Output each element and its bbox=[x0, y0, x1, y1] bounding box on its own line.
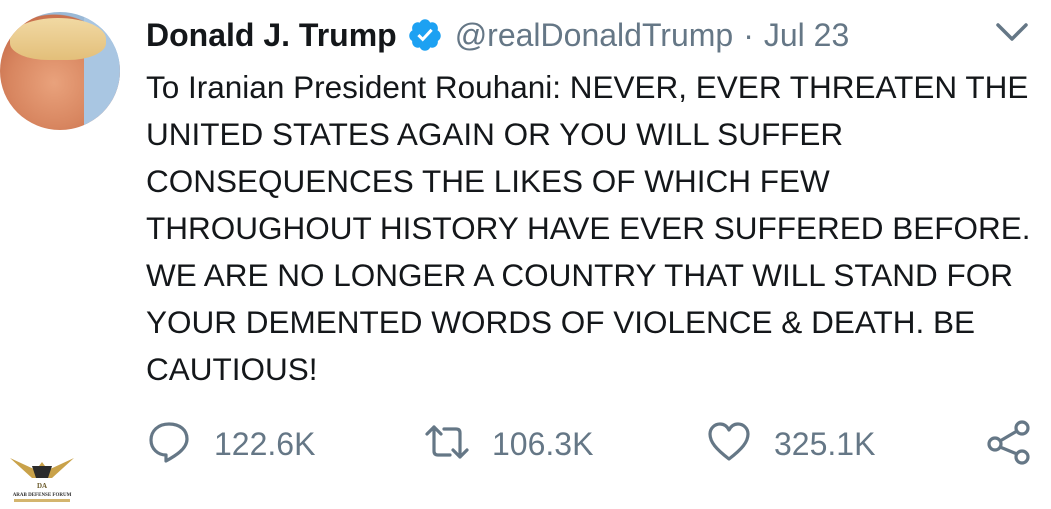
reply-icon bbox=[146, 419, 192, 470]
share-button[interactable] bbox=[986, 418, 1032, 470]
avatar[interactable] bbox=[0, 12, 120, 130]
like-button[interactable]: 325.1K bbox=[706, 418, 875, 470]
watermark-line1: DA bbox=[37, 482, 47, 490]
author-name[interactable]: Donald J. Trump bbox=[146, 17, 397, 54]
tweet-date[interactable]: Jul 23 bbox=[764, 17, 849, 54]
author-handle[interactable]: @realDonaldTrump bbox=[455, 17, 734, 54]
tweet-header: Donald J. Trump @realDonaldTrump · Jul 2… bbox=[146, 12, 849, 58]
reply-count: 122.6K bbox=[214, 425, 316, 462]
retweet-icon bbox=[424, 419, 470, 470]
watermark-line2: ARAB DEFENSE FORUM bbox=[13, 493, 72, 498]
retweet-button[interactable]: 106.3K bbox=[424, 418, 593, 470]
chevron-down-icon[interactable] bbox=[994, 18, 1030, 46]
like-count: 325.1K bbox=[774, 425, 876, 462]
tweet-actions: 122.6K 106.3K 325.1K bbox=[0, 418, 1051, 470]
retweet-count: 106.3K bbox=[492, 425, 594, 462]
share-icon bbox=[986, 419, 1032, 470]
heart-icon bbox=[706, 419, 752, 470]
avatar-hair bbox=[10, 18, 106, 60]
tweet-text: To Iranian President Rouhani: NEVER, EVE… bbox=[146, 69, 1031, 387]
verified-badge-icon bbox=[407, 17, 443, 53]
header-separator: · bbox=[743, 16, 754, 53]
watermark-logo: DA ARAB DEFENSE FORUM bbox=[6, 448, 78, 504]
reply-button[interactable]: 122.6K bbox=[146, 418, 315, 470]
